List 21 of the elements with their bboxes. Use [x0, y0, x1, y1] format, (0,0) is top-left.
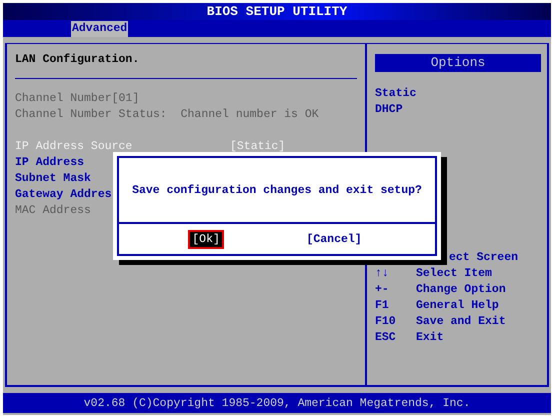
option-item: DHCP [375, 102, 404, 118]
key-label: F10 [375, 315, 396, 328]
dialog-button[interactable]: [Cancel] [302, 230, 366, 248]
key-action: Select Item [416, 266, 492, 282]
key-action: Exit [416, 330, 444, 346]
key-action: ect Screen [448, 250, 518, 266]
dialog-button[interactable]: [Ok] [188, 230, 224, 248]
key-label: F1 [375, 299, 389, 312]
window-title: BIOS SETUP UTILITY [206, 4, 348, 19]
section-heading: LAN Configuration. [15, 52, 140, 68]
copyright-text: v02.68 (C)Copyright 1985-2009, American Megatrends, Inc. [84, 396, 470, 410]
option-item: Static [375, 86, 418, 102]
dialog-message: Save configuration changes and exit setup? [119, 158, 435, 224]
key-label: ESC [375, 331, 396, 344]
options-header: Options [375, 54, 541, 72]
key-label: +- [375, 283, 389, 296]
tab[interactable]: Advanced [71, 20, 128, 36]
key-action: Change Option [416, 282, 506, 298]
key-label: ↑↓ [375, 267, 389, 280]
key-action: General Help [416, 298, 499, 314]
key-action: Save and Exit [416, 314, 506, 330]
